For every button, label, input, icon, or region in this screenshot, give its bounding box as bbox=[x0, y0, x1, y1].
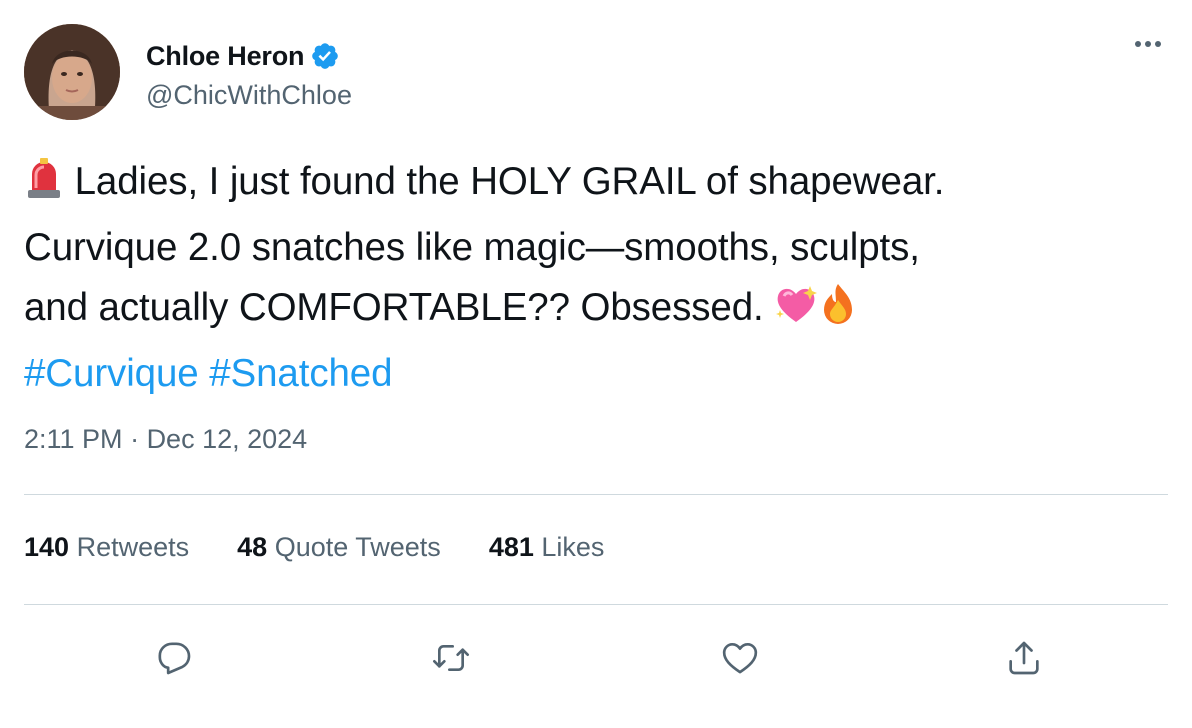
tweet-line-3: and actually COMFORTABLE?? Obsessed. bbox=[24, 278, 1164, 344]
likes-label: Likes bbox=[541, 532, 605, 562]
tweet-card: Chloe Heron @ChicWithChloe Ladies, I jus… bbox=[0, 0, 1192, 728]
retweets-label: Retweets bbox=[76, 532, 190, 562]
quote-tweets-label: Quote Tweets bbox=[274, 532, 441, 562]
hashtag-curvique[interactable]: #Curvique bbox=[24, 352, 199, 395]
quote-tweets-count: 48 bbox=[237, 532, 268, 562]
quote-tweets-stat[interactable]: 48 Quote Tweets bbox=[237, 532, 441, 563]
divider bbox=[24, 494, 1168, 495]
reply-button[interactable] bbox=[146, 630, 202, 686]
share-icon bbox=[1009, 641, 1039, 675]
hashtag-snatched[interactable]: #Snatched bbox=[209, 352, 392, 395]
rotating-light-emoji bbox=[24, 156, 64, 218]
tweet-text-line-3: and actually COMFORTABLE?? Obsessed. bbox=[24, 286, 764, 329]
avatar[interactable] bbox=[24, 24, 120, 120]
retweets-stat[interactable]: 140 Retweets bbox=[24, 532, 189, 563]
likes-stat[interactable]: 481 Likes bbox=[489, 532, 605, 563]
tweet-text-line-1: Ladies, I just found the HOLY GRAIL of s… bbox=[74, 160, 945, 203]
retweets-count: 140 bbox=[24, 532, 70, 562]
like-button[interactable] bbox=[712, 630, 768, 686]
retweet-icon bbox=[433, 645, 469, 671]
timestamp: 2:11 PM · Dec 12, 2024 bbox=[24, 424, 307, 455]
display-name[interactable]: Chloe Heron bbox=[146, 41, 305, 72]
tweet-date[interactable]: Dec 12, 2024 bbox=[147, 424, 308, 454]
share-button[interactable] bbox=[996, 630, 1052, 686]
likes-count: 481 bbox=[488, 532, 534, 562]
divider bbox=[24, 604, 1168, 605]
sparkling-heart-emoji bbox=[774, 284, 818, 344]
retweet-button[interactable] bbox=[423, 630, 479, 686]
tweet-text: Ladies, I just found the HOLY GRAIL of s… bbox=[24, 152, 1164, 404]
fire-emoji bbox=[818, 282, 858, 344]
hashtag-line: #Curvique #Snatched bbox=[24, 344, 1164, 404]
tweet-header: Chloe Heron @ChicWithChloe bbox=[24, 24, 1168, 120]
user-handle[interactable]: @ChicWithChloe bbox=[146, 80, 352, 111]
avatar-image bbox=[24, 24, 120, 120]
tweet-actions bbox=[24, 630, 1168, 686]
tweet-stats: 140 Retweets 48 Quote Tweets 481 Likes bbox=[24, 532, 652, 563]
more-options-icon[interactable] bbox=[1128, 30, 1168, 58]
timestamp-separator: · bbox=[122, 424, 147, 454]
tweet-time[interactable]: 2:11 PM bbox=[24, 424, 123, 454]
heart-icon bbox=[722, 643, 758, 674]
tweet-text-line-2: Curvique 2.0 snatches like magic—smooths… bbox=[24, 226, 920, 269]
reply-icon bbox=[158, 642, 191, 675]
tweet-line-1: Ladies, I just found the HOLY GRAIL of s… bbox=[24, 152, 1164, 218]
name-row: Chloe Heron bbox=[146, 36, 340, 76]
verified-badge-icon bbox=[310, 41, 340, 71]
